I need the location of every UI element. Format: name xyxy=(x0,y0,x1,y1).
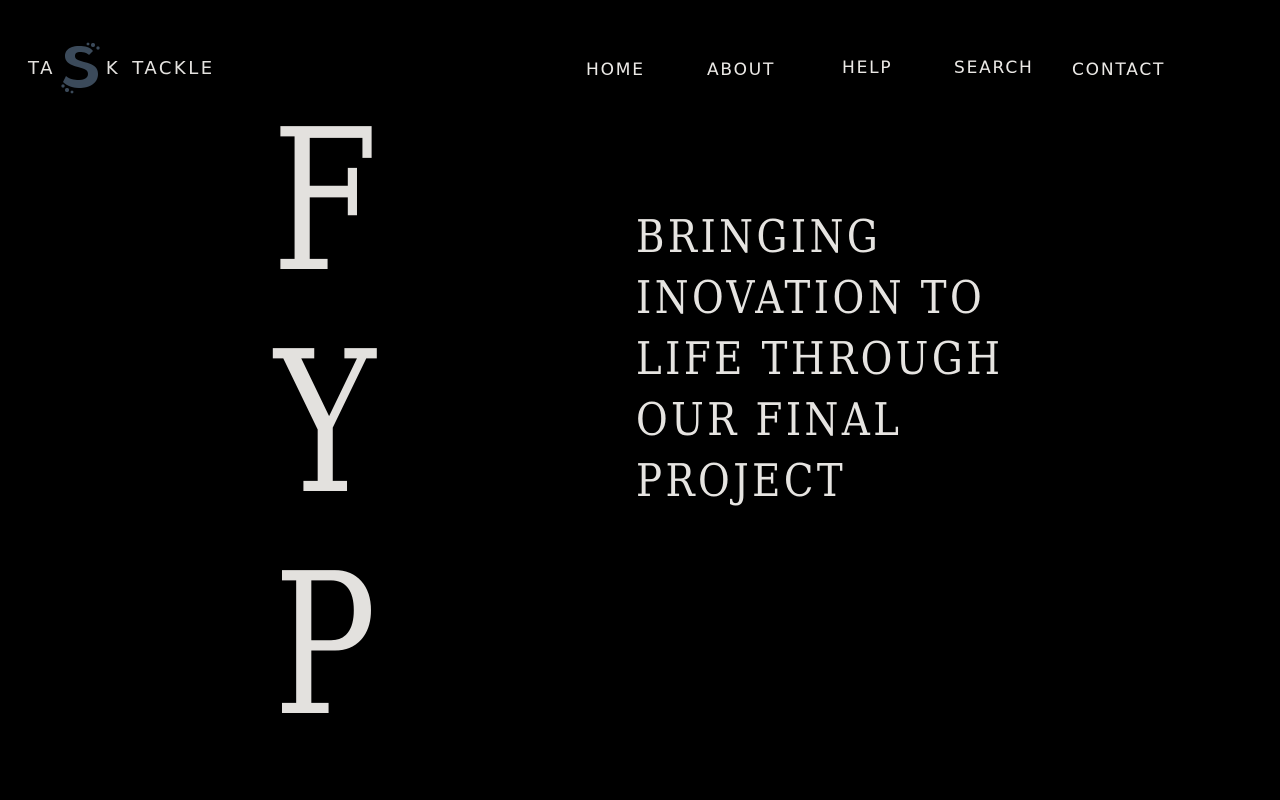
hero-letter-f: F xyxy=(271,88,379,316)
tagline-line: INOVATION TO xyxy=(636,271,986,324)
tagline-line: LIFE THROUGH xyxy=(636,332,1004,385)
nav-about-link[interactable]: ABOUT xyxy=(707,58,775,82)
hero-tagline: BRINGING INOVATION TO LIFE THROUGH OUR F… xyxy=(636,206,1156,511)
hero-letter-p: P xyxy=(273,532,377,760)
tagline-line: PROJECT xyxy=(636,454,847,507)
nav-contact-link[interactable]: CONTACT xyxy=(1072,58,1165,82)
hero-letter-y: Y xyxy=(274,310,376,538)
tagline-line: OUR FINAL xyxy=(636,393,903,446)
main-nav: HOME ABOUT HELP SEARCH CONTACT xyxy=(0,56,1280,84)
tagline-line: BRINGING xyxy=(636,210,882,263)
nav-help-link[interactable]: HELP xyxy=(842,56,892,80)
nav-search-link[interactable]: SEARCH xyxy=(954,56,1034,80)
nav-home-link[interactable]: HOME xyxy=(586,58,645,82)
